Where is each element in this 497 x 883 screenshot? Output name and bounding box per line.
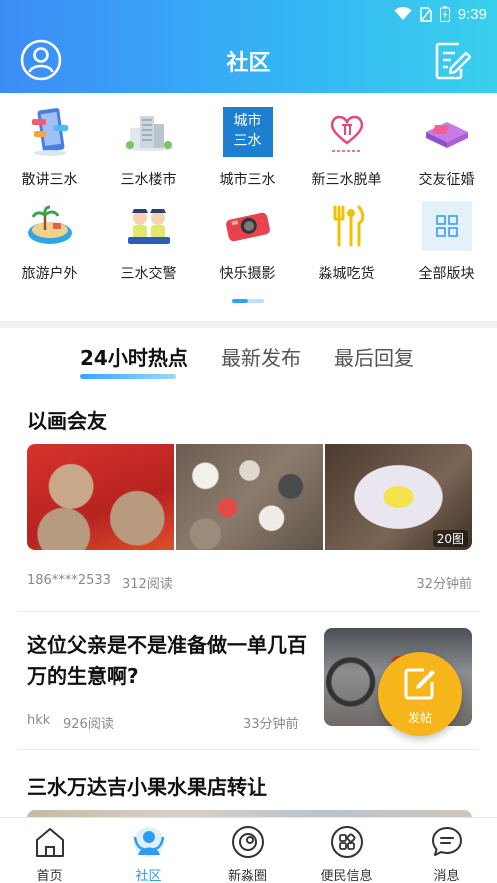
city-logo-icon: 城市 三水 bbox=[222, 107, 273, 157]
category-grid: 散讲三水 三水楼市 城市 三水 城市三水 新三水脱单 交友征婚 旅游户外 三水交… bbox=[0, 93, 497, 321]
battery-icon bbox=[439, 6, 450, 22]
post-time: 32分钟前 bbox=[416, 577, 472, 592]
heart-logo-icon bbox=[330, 115, 363, 152]
grid-icon bbox=[421, 201, 472, 251]
community-icon bbox=[133, 827, 164, 857]
post-feed: 24小时热点 最新发布 最后回复 以画会友 20图 186****2533 31… bbox=[0, 328, 497, 817]
page-dot bbox=[248, 299, 264, 303]
nav-services[interactable]: 便民信息 bbox=[297, 818, 396, 883]
category-label: 散讲三水 bbox=[21, 172, 78, 188]
category-chengshi[interactable]: 城市 三水 城市三水 bbox=[198, 105, 297, 189]
nav-messages[interactable]: 消息 bbox=[397, 818, 496, 883]
tab-last-reply[interactable]: 最后回复 bbox=[334, 342, 414, 371]
feed-tabs: 24小时热点 最新发布 最后回复 bbox=[0, 342, 497, 379]
no-sim-icon bbox=[420, 6, 432, 22]
category-sanjiang[interactable]: 散讲三水 bbox=[0, 105, 99, 189]
divider bbox=[18, 611, 479, 612]
category-label: 快乐摄影 bbox=[219, 266, 276, 282]
circle-icon bbox=[231, 826, 264, 858]
city-logo-text: 城市 bbox=[233, 113, 262, 129]
category-chihuo[interactable]: 淼城吃货 bbox=[297, 199, 396, 283]
tab-latest[interactable]: 最新发布 bbox=[221, 342, 301, 371]
post-reads: 926阅读 bbox=[63, 717, 114, 732]
category-tuodan[interactable]: 新三水脱单 bbox=[297, 105, 396, 189]
nav-label: 便民信息 bbox=[320, 869, 373, 883]
nav-community[interactable]: 社区 bbox=[99, 818, 198, 883]
category-sheying[interactable]: 快乐摄影 bbox=[198, 199, 297, 283]
post-image[interactable] bbox=[176, 444, 323, 550]
post-author: hkk bbox=[27, 713, 51, 728]
services-icon bbox=[330, 826, 363, 858]
fork-knife-icon bbox=[333, 205, 364, 247]
post-reads: 312阅读 bbox=[122, 577, 173, 592]
new-post-button[interactable]: 发帖 bbox=[378, 652, 462, 736]
nav-home[interactable]: 首页 bbox=[0, 818, 99, 883]
edit-note-icon bbox=[435, 42, 472, 80]
category-jiaojing[interactable]: 三水交警 bbox=[99, 199, 198, 283]
nav-label: 新淼圈 bbox=[227, 869, 267, 883]
nav-label: 首页 bbox=[36, 869, 63, 883]
post-image[interactable] bbox=[27, 444, 174, 550]
page-title: 社区 bbox=[226, 51, 271, 76]
page-dot-active bbox=[232, 299, 248, 303]
image-count-badge: 20图 bbox=[432, 530, 468, 547]
status-bar: 9:39 bbox=[394, 4, 487, 24]
category-label: 旅游户外 bbox=[21, 266, 78, 282]
category-label: 淼城吃货 bbox=[318, 266, 375, 282]
compose-button[interactable] bbox=[435, 41, 472, 81]
status-time: 9:39 bbox=[457, 5, 487, 23]
traffic-police-icon bbox=[127, 209, 170, 244]
post-title[interactable]: 这位父亲是不是准备做一单几百万的生意啊? bbox=[27, 630, 312, 692]
grid-page-indicator bbox=[232, 299, 264, 303]
category-label: 新三水脱单 bbox=[311, 172, 382, 188]
category-label: 三水楼市 bbox=[120, 172, 177, 188]
post-title[interactable]: 三水万达吉小果水果店转让 bbox=[27, 771, 267, 800]
buildings-icon bbox=[124, 116, 173, 151]
category-label: 全部版块 bbox=[418, 266, 475, 282]
category-loushi[interactable]: 三水楼市 bbox=[99, 105, 198, 189]
category-all[interactable]: 全部版块 bbox=[397, 199, 496, 283]
nav-label: 社区 bbox=[135, 869, 162, 883]
category-label: 三水交警 bbox=[120, 266, 177, 282]
phone-chat-icon bbox=[31, 108, 68, 156]
post-time: 33分钟前 bbox=[243, 717, 299, 732]
app-header: 9:39 社区 bbox=[0, 0, 497, 93]
tab-24h-hot[interactable]: 24小时热点 bbox=[80, 342, 188, 379]
home-icon bbox=[35, 828, 64, 857]
post-image-strip[interactable]: 20图 bbox=[27, 444, 472, 550]
city-logo-text: 三水 bbox=[233, 133, 262, 149]
island-icon bbox=[27, 205, 72, 244]
edit-icon bbox=[404, 668, 435, 700]
category-lvyou[interactable]: 旅游户外 bbox=[0, 199, 99, 283]
nav-label: 消息 bbox=[433, 869, 460, 883]
category-jiaoyou[interactable]: 交友征婚 bbox=[397, 105, 496, 189]
bottom-nav: 首页 社区 新淼圈 便民信息 消息 bbox=[0, 817, 497, 883]
camera-icon bbox=[225, 212, 270, 242]
post-author: 186****2533 bbox=[27, 573, 111, 588]
wifi-icon bbox=[394, 7, 412, 20]
post-image-strip[interactable] bbox=[27, 810, 472, 817]
category-label: 交友征婚 bbox=[418, 172, 475, 188]
divider bbox=[18, 749, 479, 750]
nav-circle[interactable]: 新淼圈 bbox=[198, 818, 297, 883]
category-label: 城市三水 bbox=[219, 172, 276, 188]
gift-box-icon bbox=[425, 122, 468, 148]
new-post-label: 发帖 bbox=[407, 711, 432, 725]
post-title[interactable]: 以画会友 bbox=[27, 405, 107, 434]
post-image[interactable]: 20图 bbox=[325, 444, 472, 550]
message-icon bbox=[431, 827, 462, 856]
